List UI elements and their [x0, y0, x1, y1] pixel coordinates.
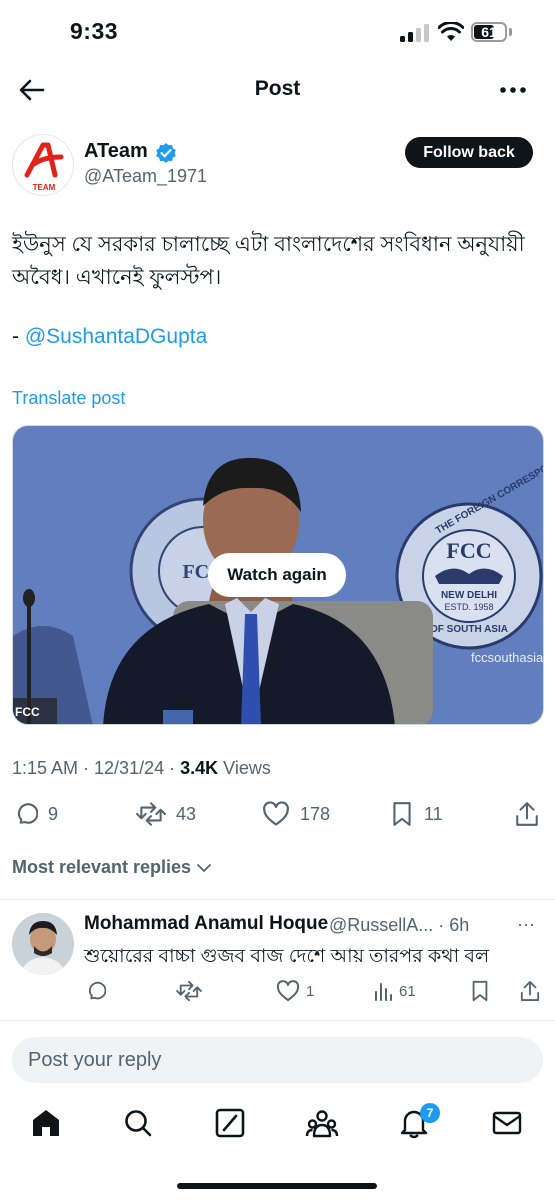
- messages-envelope-icon[interactable]: [490, 1106, 524, 1140]
- post-meta: 1:15 AM · 12/31/24 · 3.4K Views: [12, 758, 271, 779]
- post-attribution: - @SushantaDGupta: [12, 325, 207, 349]
- repost-button[interactable]: 43: [136, 800, 196, 828]
- reply-author-handle[interactable]: @RussellA... · 6h: [329, 915, 469, 936]
- emblem-center-text: FCC: [446, 538, 491, 563]
- reply-text: শুয়োরের বাচ্চা গুজব বাজ দেশে আয় তারপর …: [84, 946, 490, 967]
- divider: [0, 899, 555, 900]
- share-button[interactable]: [515, 800, 549, 828]
- follow-back-button[interactable]: Follow back: [405, 137, 533, 168]
- home-icon[interactable]: [29, 1106, 63, 1140]
- reply-reply-button[interactable]: [84, 980, 112, 1002]
- share-icon: [520, 981, 540, 1001]
- reply-share-button[interactable]: [520, 980, 546, 1002]
- video-corner-tag: FCC: [15, 705, 40, 719]
- post-text: ইউনুস যে সরকার চালাচ্ছে এটা বাংলাদেশের স…: [12, 233, 525, 289]
- battery-percent: 61: [481, 24, 497, 40]
- bookmark-icon: [393, 802, 411, 826]
- watch-again-button[interactable]: Watch again: [208, 553, 346, 597]
- home-indicator: [177, 1183, 377, 1189]
- replies-sort-label: Most relevant replies: [12, 857, 192, 877]
- reply-icon: [17, 803, 38, 824]
- communities-icon[interactable]: [305, 1106, 339, 1140]
- post-timestamp: 1:15 AM · 12/31/24 ·: [12, 758, 181, 778]
- bookmark-button[interactable]: 11: [390, 800, 443, 828]
- reply-avatar-image: [12, 913, 74, 975]
- status-time: 9:33: [70, 18, 119, 44]
- attribution-prefix: -: [12, 325, 25, 348]
- emblem-bottom-text: OF SOUTH ASIA: [430, 624, 508, 635]
- reply-compose-input[interactable]: [12, 1037, 543, 1083]
- author-name[interactable]: ATeam: [84, 140, 148, 163]
- battery-icon: 61: [471, 22, 507, 42]
- reply-avatar[interactable]: [12, 913, 74, 975]
- reply-like-count: 1: [306, 982, 315, 1000]
- battery-tip: [509, 28, 512, 36]
- author-avatar[interactable]: TEAM: [12, 134, 74, 196]
- more-options-icon[interactable]: [495, 74, 531, 106]
- divider: [0, 1020, 555, 1021]
- emblem-year-text: ESTD. 1958: [444, 602, 493, 612]
- reply-like-button[interactable]: 1: [276, 980, 314, 1002]
- heart-icon: [263, 801, 289, 826]
- cellular-signal-icon: [400, 24, 430, 42]
- notifications-badge: 7: [420, 1103, 440, 1123]
- repost-icon: [136, 802, 166, 826]
- reply-views-button[interactable]: 61: [373, 980, 416, 1002]
- verified-badge-icon: [156, 143, 176, 163]
- reply-author-name[interactable]: Mohammad Anamul Hoque: [84, 913, 328, 935]
- share-icon: [516, 802, 538, 826]
- page-title: Post: [254, 77, 301, 100]
- translate-post-link[interactable]: Translate post: [12, 388, 125, 409]
- bookmark-icon: [472, 980, 488, 1002]
- search-icon[interactable]: [121, 1106, 155, 1140]
- wifi-icon: [438, 22, 464, 41]
- reply-repost-button[interactable]: [176, 980, 208, 1002]
- reply-bookmark-button[interactable]: [470, 980, 496, 1002]
- mention-link[interactable]: @SushantaDGupta: [25, 325, 207, 348]
- repost-count: 43: [176, 803, 197, 824]
- reply-count: 9: [48, 803, 59, 824]
- reply-views-count: 61: [399, 982, 416, 1000]
- like-button[interactable]: 178: [262, 800, 330, 828]
- avatar-text: TEAM: [33, 183, 56, 192]
- repost-icon: [176, 980, 202, 1002]
- views-label: Views: [218, 758, 271, 778]
- website-text: fccsouthasia.com: [471, 650, 544, 665]
- author-handle[interactable]: @ATeam_1971: [84, 166, 207, 187]
- emblem-city-text: NEW DELHI: [441, 590, 497, 601]
- heart-icon: [276, 980, 300, 1001]
- reply-button[interactable]: 9: [12, 800, 58, 828]
- like-count: 178: [300, 803, 331, 824]
- chevron-down-icon: [197, 864, 211, 873]
- analytics-icon: [375, 983, 392, 1001]
- views-count: 3.4K: [180, 758, 219, 778]
- grok-icon[interactable]: [213, 1106, 247, 1140]
- reply-icon: [89, 981, 106, 1000]
- replies-sort-dropdown[interactable]: Most relevant replies: [12, 857, 212, 878]
- ateam-logo-icon: TEAM: [24, 142, 64, 192]
- bookmark-count: 11: [424, 803, 443, 824]
- reply-more-icon[interactable]: ···: [517, 914, 535, 935]
